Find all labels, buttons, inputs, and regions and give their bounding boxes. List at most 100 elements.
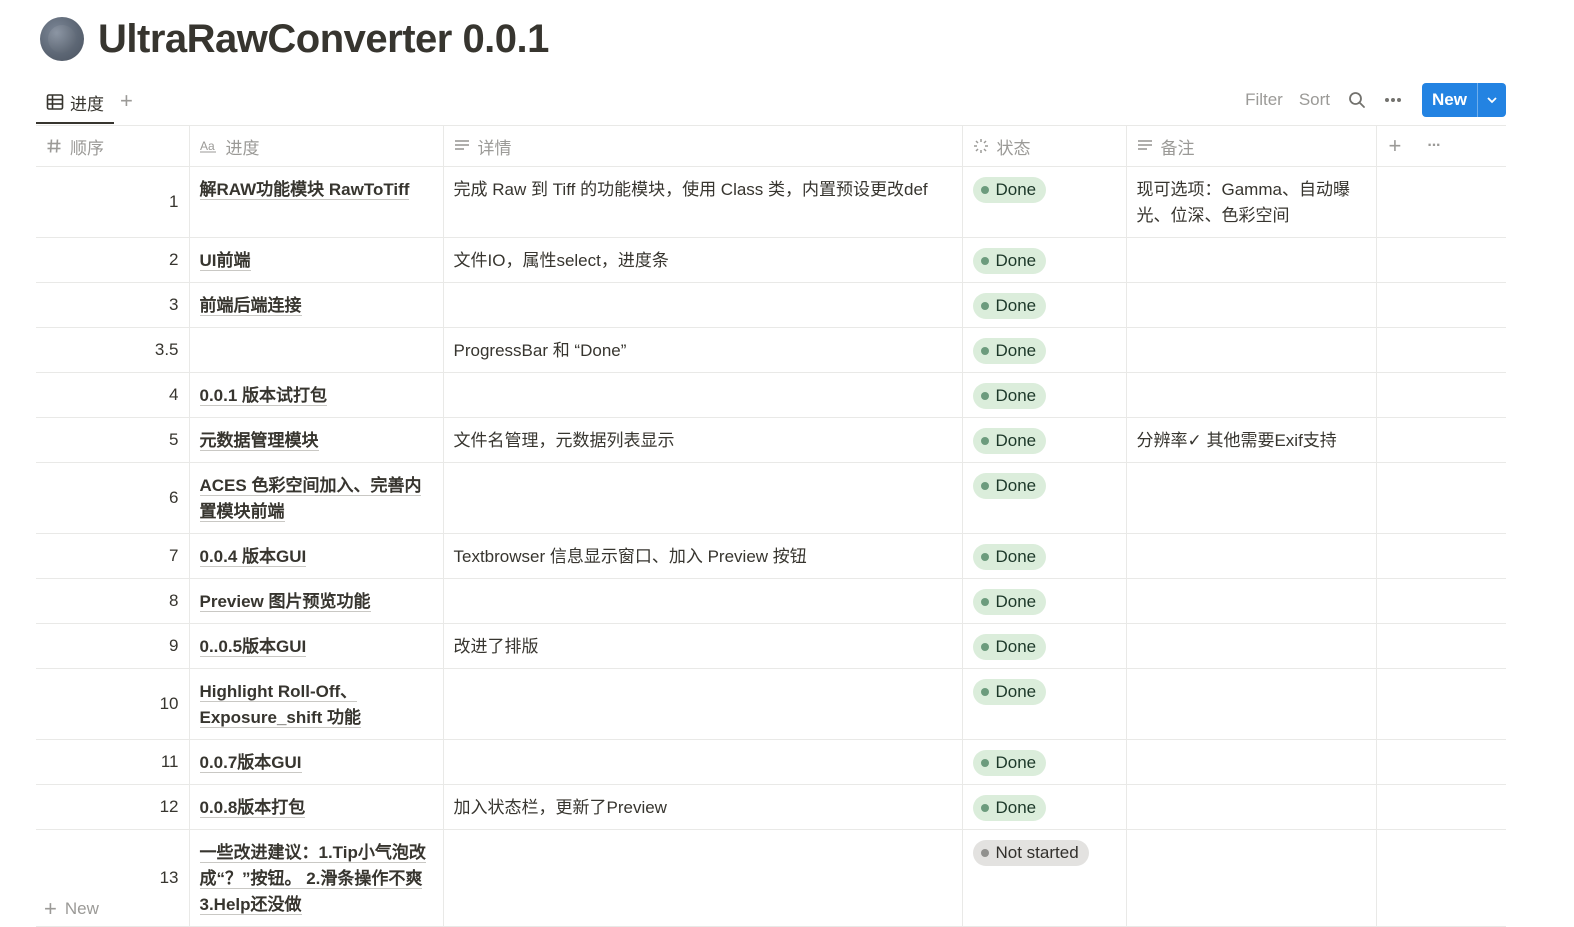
search-icon[interactable]: [1348, 91, 1366, 109]
status-cell[interactable]: Done: [962, 623, 1127, 669]
table-row[interactable]: 4 0.0.1 版本试打包 Done: [36, 372, 1506, 418]
status-badge[interactable]: Done: [972, 589, 1047, 615]
table-row[interactable]: 2 UI前端 文件IO，属性select，进度条 Done: [36, 237, 1506, 283]
status-badge[interactable]: Done: [972, 679, 1047, 705]
table-row[interactable]: 6 ACES 色彩空间加入、完善内置模块前端 Done: [36, 462, 1506, 534]
detail-cell[interactable]: [443, 372, 963, 418]
progress-title[interactable]: 0..0.5版本GUI: [199, 637, 307, 657]
table-row[interactable]: 1 解RAW功能模块 RawToTiff 完成 Raw 到 Tiff 的功能模块，使…: [36, 166, 1506, 238]
note-cell[interactable]: 现可选项：Gamma、自动曝光、位深、色彩空间: [1126, 166, 1377, 238]
status-cell[interactable]: Done: [962, 417, 1127, 463]
order-cell[interactable]: 9: [36, 623, 190, 669]
progress-cell[interactable]: 0.0.7版本GUI: [189, 739, 444, 785]
progress-title[interactable]: Highlight Roll-Off、Exposure_shift 功能: [199, 682, 362, 728]
progress-cell[interactable]: 一些改进建议：1.Tip小气泡改成“？”按钮。 2.滑条操作不爽 3.Help还…: [189, 829, 444, 927]
status-badge[interactable]: Done: [972, 544, 1047, 570]
table-row[interactable]: 8 Preview 图片预览功能 Done: [36, 578, 1506, 624]
order-cell[interactable]: 4: [36, 372, 190, 418]
table-row[interactable]: 10 Highlight Roll-Off、Exposure_shift 功能 Do…: [36, 668, 1506, 740]
status-badge[interactable]: Done: [972, 750, 1047, 776]
order-cell[interactable]: 12: [36, 784, 190, 830]
note-cell[interactable]: [1126, 784, 1377, 830]
detail-cell[interactable]: [443, 829, 963, 927]
new-row-button[interactable]: + New: [44, 896, 99, 922]
status-badge[interactable]: Done: [972, 428, 1047, 454]
note-cell[interactable]: [1126, 668, 1377, 740]
progress-title[interactable]: 0.0.1 版本试打包: [199, 386, 328, 406]
table-row[interactable]: 3 前端后端连接 Done: [36, 282, 1506, 328]
order-cell[interactable]: 3: [36, 282, 190, 328]
progress-title[interactable]: 元数据管理模块: [199, 431, 319, 451]
order-cell[interactable]: 5: [36, 417, 190, 463]
detail-cell[interactable]: [443, 462, 963, 534]
detail-cell[interactable]: Textbrowser 信息显示窗口、加入 Preview 按钮: [443, 533, 963, 579]
status-cell[interactable]: Done: [962, 462, 1127, 534]
note-cell[interactable]: 分辨率✓ 其他需要Exif支持: [1126, 417, 1377, 463]
column-header-status[interactable]: 状态: [962, 125, 1127, 167]
status-badge[interactable]: Done: [972, 293, 1047, 319]
status-badge[interactable]: Done: [972, 795, 1047, 821]
progress-title[interactable]: 0.0.8版本打包: [199, 798, 306, 818]
table-row[interactable]: 13 一些改进建议：1.Tip小气泡改成“？”按钮。 2.滑条操作不爽 3.Hel…: [36, 829, 1506, 927]
note-cell[interactable]: [1126, 372, 1377, 418]
detail-cell[interactable]: [443, 739, 963, 785]
progress-title[interactable]: Preview 图片预览功能: [199, 592, 371, 612]
progress-cell[interactable]: 0..0.5版本GUI: [189, 623, 444, 669]
status-badge[interactable]: Done: [972, 634, 1047, 660]
order-cell[interactable]: 7: [36, 533, 190, 579]
page-title[interactable]: UltraRawConverter 0.0.1: [98, 17, 549, 62]
column-header-note[interactable]: 备注: [1126, 125, 1377, 167]
status-badge[interactable]: Done: [972, 383, 1047, 409]
order-cell[interactable]: 10: [36, 668, 190, 740]
progress-cell[interactable]: 0.0.8版本打包: [189, 784, 444, 830]
page-icon[interactable]: [40, 17, 84, 61]
status-cell[interactable]: Not started: [962, 829, 1127, 927]
detail-cell[interactable]: 改进了排版: [443, 623, 963, 669]
filter-button[interactable]: Filter: [1245, 90, 1283, 110]
new-button[interactable]: New: [1422, 83, 1506, 117]
detail-cell[interactable]: ProgressBar 和 “Done”: [443, 327, 963, 373]
column-header-order[interactable]: 顺序: [36, 125, 190, 167]
status-cell[interactable]: Done: [962, 282, 1127, 328]
progress-title[interactable]: 一些改进建议：1.Tip小气泡改成“？”按钮。 2.滑条操作不爽 3.Help还…: [199, 843, 426, 915]
column-header-progress[interactable]: Aa 进度: [189, 125, 444, 167]
status-cell[interactable]: Done: [962, 166, 1127, 238]
table-row[interactable]: 5 元数据管理模块 文件名管理，元数据列表显示 Done 分辨率✓ 其他需要Exif支持: [36, 417, 1506, 463]
chevron-down-icon[interactable]: [1477, 83, 1506, 117]
progress-cell[interactable]: UI前端: [189, 237, 444, 283]
detail-cell[interactable]: 文件IO，属性select，进度条: [443, 237, 963, 283]
progress-cell[interactable]: 元数据管理模块: [189, 417, 444, 463]
progress-title[interactable]: 0.0.4 版本GUI: [199, 547, 307, 567]
progress-cell[interactable]: ACES 色彩空间加入、完善内置模块前端: [189, 462, 444, 534]
order-cell[interactable]: 2: [36, 237, 190, 283]
progress-cell[interactable]: 0.0.4 版本GUI: [189, 533, 444, 579]
detail-cell[interactable]: 完成 Raw 到 Tiff 的功能模块，使用 Class 类，内置预设更改def: [443, 166, 963, 238]
order-cell[interactable]: 3.5: [36, 327, 190, 373]
add-view-button[interactable]: +: [120, 88, 133, 114]
progress-cell[interactable]: 前端后端连接: [189, 282, 444, 328]
progress-cell[interactable]: 0.0.1 版本试打包: [189, 372, 444, 418]
note-cell[interactable]: [1126, 237, 1377, 283]
status-cell[interactable]: Done: [962, 533, 1127, 579]
detail-cell[interactable]: [443, 668, 963, 740]
note-cell[interactable]: [1126, 462, 1377, 534]
progress-title[interactable]: UI前端: [199, 251, 251, 271]
note-cell[interactable]: [1126, 623, 1377, 669]
order-cell[interactable]: 11: [36, 739, 190, 785]
status-cell[interactable]: Done: [962, 668, 1127, 740]
table-row[interactable]: 12 0.0.8版本打包 加入状态栏，更新了Preview Done: [36, 784, 1506, 830]
progress-title[interactable]: 0.0.7版本GUI: [199, 753, 302, 773]
status-badge[interactable]: Done: [972, 338, 1047, 364]
note-cell[interactable]: [1126, 739, 1377, 785]
progress-title[interactable]: 解RAW功能模块 RawToTiff: [199, 180, 410, 200]
table-row[interactable]: 9 0..0.5版本GUI 改进了排版 Done: [36, 623, 1506, 669]
progress-cell[interactable]: Preview 图片预览功能: [189, 578, 444, 624]
detail-cell[interactable]: 文件名管理，元数据列表显示: [443, 417, 963, 463]
column-header-detail[interactable]: 详情: [443, 125, 963, 167]
note-cell[interactable]: [1126, 327, 1377, 373]
add-column-button[interactable]: +: [1389, 133, 1402, 159]
status-badge[interactable]: Done: [972, 248, 1047, 274]
progress-title[interactable]: ACES 色彩空间加入、完善内置模块前端: [199, 476, 422, 522]
detail-cell[interactable]: [443, 578, 963, 624]
note-cell[interactable]: [1126, 578, 1377, 624]
